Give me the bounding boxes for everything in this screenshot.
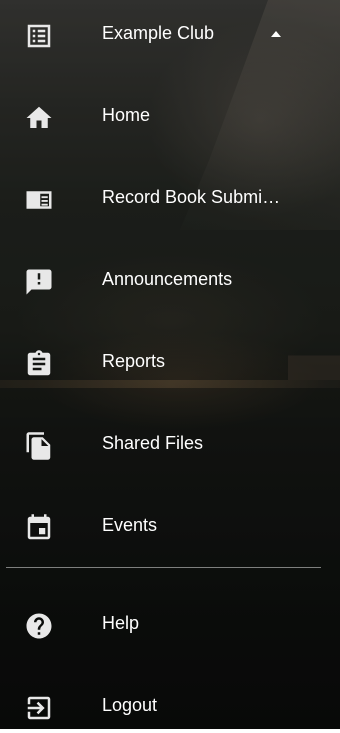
menu-item-events[interactable]: Events [0, 497, 340, 553]
calendar-icon [24, 513, 54, 543]
menu-item-home[interactable]: Home [0, 87, 340, 143]
menu-item-label: Help [102, 613, 140, 633]
menu-item-label: Logout [102, 695, 158, 715]
clipboard-icon [24, 349, 54, 379]
menu-item-record-book[interactable]: Record Book Submissions [0, 169, 340, 225]
menu-item-label: Shared Files [102, 433, 204, 453]
club-name: Example Club [102, 23, 215, 43]
menu-item-help[interactable]: Help [0, 595, 340, 651]
help-icon [24, 611, 54, 641]
record-book-icon [24, 185, 54, 215]
navigation-drawer: Example Club Home Record Book Submission… [0, 0, 340, 729]
logout-icon [24, 693, 54, 723]
announcement-icon [24, 267, 54, 297]
home-icon [24, 103, 54, 133]
menu-item-shared-files[interactable]: Shared Files [0, 415, 340, 471]
menu-divider [6, 567, 321, 568]
menu-item-logout[interactable]: Logout [0, 677, 340, 733]
menu-item-label: Events [102, 515, 158, 535]
menu-item-reports[interactable]: Reports [0, 333, 340, 389]
menu-item-label: Home [102, 105, 151, 125]
caret-up-icon[interactable] [270, 27, 282, 39]
menu-item-label: Reports [102, 351, 166, 371]
club-selector[interactable]: Example Club [0, 5, 340, 61]
list-icon [24, 21, 54, 51]
files-icon [24, 431, 54, 461]
menu-item-label: Announcements [102, 269, 233, 289]
menu-item-announcements[interactable]: Announcements [0, 251, 340, 307]
menu-item-label: Record Book Submissions [102, 187, 284, 207]
